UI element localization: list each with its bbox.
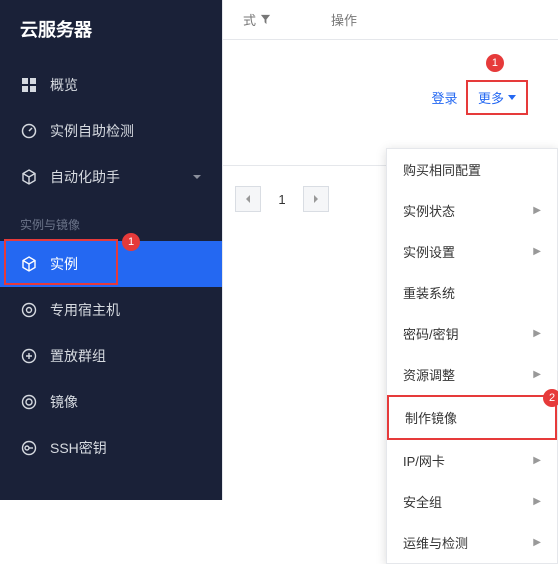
sidebar-item-overview[interactable]: 概览 <box>0 62 222 108</box>
chevron-right-icon: ▶ <box>533 205 541 216</box>
more-button[interactable]: 更多 1 <box>466 80 528 115</box>
host-icon <box>20 301 38 319</box>
dropdown-item-2[interactable]: 实例设置 ▶ <box>387 231 557 272</box>
chevron-right-icon: ▶ <box>533 246 541 257</box>
sidebar-item-dedicated-host[interactable]: 专用宿主机 <box>0 287 222 333</box>
page-number: 1 <box>269 192 295 207</box>
main-content: 式 操作 登录 更多 1 1 购买相同配置实例状态 ▶ 实例设置 ▶ 重装系统密码/密钥… <box>222 0 558 500</box>
group-icon <box>20 347 38 365</box>
dropdown-item-8[interactable]: 安全组 ▶ <box>387 481 557 522</box>
sidebar-item-placement-group[interactable]: 置放群组 <box>0 333 222 379</box>
sidebar-item-automation[interactable]: 自动化助手 <box>0 154 222 200</box>
more-dropdown: 购买相同配置实例状态▶实例设置▶重装系统密码/密钥▶资源调整▶制作镜像2IP/网… <box>386 148 558 564</box>
dropdown-item-label: 实例设置 <box>403 242 455 261</box>
sidebar-item-label: 实例自助检测 <box>50 121 134 141</box>
chevron-right-icon: ▶ <box>533 328 541 339</box>
dropdown-item-3[interactable]: 重装系统 <box>387 272 557 313</box>
sidebar: 云服务器 概览 实例自助检测 自动化助手 实例与镜像 实例 1 专用宿主机 置放… <box>0 0 222 500</box>
chevron-right-icon: ▶ <box>533 537 541 548</box>
ring-icon <box>20 393 38 411</box>
sidebar-item-ssh-keys[interactable]: SSH密钥 <box>0 425 222 471</box>
dropdown-item-5[interactable]: 资源调整 ▶ <box>387 354 557 395</box>
column-header-action: 操作 <box>331 10 357 29</box>
caret-down-icon <box>508 95 516 100</box>
cube-icon <box>20 255 38 273</box>
sidebar-item-label: 专用宿主机 <box>50 300 120 320</box>
dropdown-item-label: 运维与检测 <box>403 533 468 552</box>
sidebar-item-label: 实例 <box>50 254 78 274</box>
dropdown-item-label: 密码/密钥 <box>403 324 459 343</box>
chevron-right-icon: ▶ <box>533 455 541 466</box>
chevron-right-icon: ▶ <box>533 369 541 380</box>
dropdown-item-label: 制作镜像 <box>405 408 457 427</box>
page-next-button[interactable] <box>303 186 329 212</box>
dropdown-item-label: 资源调整 <box>403 365 455 384</box>
dropdown-item-label: 安全组 <box>403 492 442 511</box>
sidebar-item-label: SSH密钥 <box>50 438 107 458</box>
sidebar-item-label: 置放群组 <box>50 346 106 366</box>
filter-icon <box>260 14 271 25</box>
dropdown-item-6[interactable]: 制作镜像2 <box>387 395 557 440</box>
dropdown-item-label: 购买相同配置 <box>403 160 481 179</box>
sidebar-item-label: 自动化助手 <box>50 167 120 187</box>
sidebar-item-label: 概览 <box>50 75 78 95</box>
sidebar-section-title: 实例与镜像 <box>0 200 222 241</box>
key-icon <box>20 439 38 457</box>
dropdown-item-7[interactable]: IP/网卡 ▶ <box>387 440 557 481</box>
column-header-mode[interactable]: 式 <box>243 10 271 29</box>
dropdown-item-9[interactable]: 运维与检测 ▶ <box>387 522 557 563</box>
chevron-right-icon: ▶ <box>533 496 541 507</box>
sidebar-item-label: 镜像 <box>50 392 78 412</box>
cube-icon <box>20 168 38 186</box>
sidebar-item-images[interactable]: 镜像 <box>0 379 222 425</box>
dropdown-item-4[interactable]: 密码/密钥 ▶ <box>387 313 557 354</box>
chevron-down-icon <box>192 172 202 182</box>
table-header: 式 操作 <box>223 0 558 40</box>
sidebar-title: 云服务器 <box>0 0 222 62</box>
annotation-badge-1b: 1 <box>486 54 504 72</box>
row-actions: 登录 更多 1 <box>223 40 558 135</box>
sidebar-item-instances[interactable]: 实例 <box>0 241 222 287</box>
dropdown-item-0[interactable]: 购买相同配置 <box>387 149 557 190</box>
dropdown-item-label: 重装系统 <box>403 283 455 302</box>
dropdown-item-label: 实例状态 <box>403 201 455 220</box>
gauge-icon <box>20 122 38 140</box>
sidebar-item-selfcheck[interactable]: 实例自助检测 <box>0 108 222 154</box>
login-link[interactable]: 登录 <box>432 91 458 106</box>
page-prev-button[interactable] <box>235 186 261 212</box>
dropdown-item-1[interactable]: 实例状态 ▶ <box>387 190 557 231</box>
dropdown-item-label: IP/网卡 <box>403 451 445 470</box>
grid-icon <box>20 76 38 94</box>
